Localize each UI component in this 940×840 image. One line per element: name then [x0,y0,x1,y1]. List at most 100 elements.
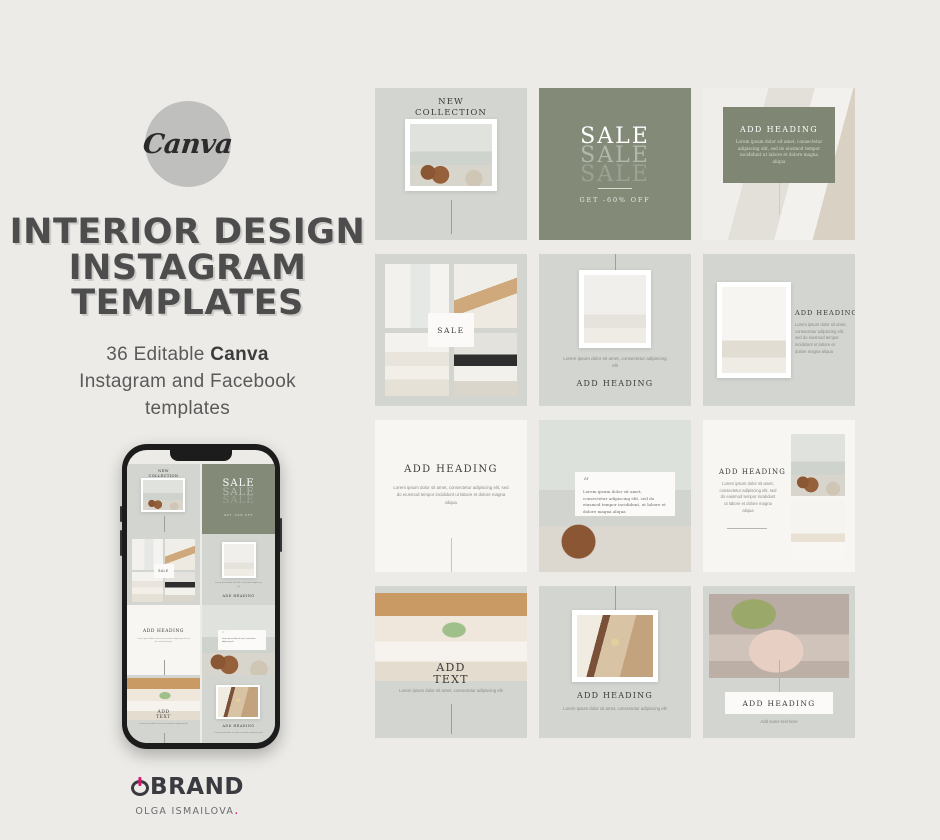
canva-emphasis: Canva [210,344,269,366]
card-body: Lorem ipsum dolor sit amet, consectetur … [399,688,503,693]
card-photo [579,270,651,348]
title-collection: COLLECTION [415,108,487,119]
template-card-collage-sale[interactable]: SALE [375,254,527,406]
title-line-1: INTERIOR DESIGN [9,212,366,252]
sale-text-3: SALE [580,161,650,187]
quote-box: “ Lorem ipsum dolor sit amet, consectetu… [575,472,675,516]
card-heading: ADD HEADING [719,468,786,476]
subtitle-line-2: Instagram and Facebook [79,371,296,393]
card-divider [727,528,767,529]
overlay-heading: ADD HEADING [739,125,819,134]
card-body: Lorem ipsum dolor sit amet, consectetur … [393,485,509,505]
author-name: OLGA ISMAILOVA [135,806,235,817]
quote-mark-icon: “ [583,475,590,489]
tile-photo [141,478,185,512]
obrand-wordmark: BRAND [131,774,244,800]
card-photo [791,434,845,496]
feed-tile-text-only[interactable]: ADD HEADING Lorem ipsum dolor sit amet, … [127,604,200,678]
page-title: INTERIOR DESIGN INSTAGRAM TEMPLATES [0,212,375,324]
card-body: Lorem ipsum dolor sit amet, consectetur … [719,481,777,513]
quote-mark-icon: “ [222,630,225,637]
tile-heading: ADD HEADING [222,594,255,599]
sale-offer-text: GET -60% OFF [579,196,651,204]
card-divider-line [779,183,780,215]
tile-photo [216,684,260,719]
template-card-text-only[interactable]: ADD HEADING Lorem ipsum dolor sit amet, … [375,420,527,572]
subtitle: 36 Editable Canva Instagram and Facebook… [79,342,296,423]
title-line-2: INSTAGRAM [68,247,307,288]
card-photo [405,119,497,191]
feed-tile-portrait[interactable]: Lorem ipsum dolor sit amet, consectetur … [202,534,275,608]
card-body: Add some text here [760,719,798,724]
tile-sale-badge: SALE [153,563,174,578]
tile-photo [222,542,256,579]
card-heading: ADD HEADING [576,379,654,388]
power-icon [131,777,150,796]
sale-stack: SALE SALE SALE [539,126,691,187]
template-card-new-collection[interactable]: NEW COLLECTION [375,88,527,240]
template-card-dining-heading[interactable]: ADD HEADING Lorem ipsum dolor sit amet, … [539,586,691,738]
phone-body: NEW COLLECTION SALE SALE SALE GET -60% O… [120,444,282,749]
template-card-kitchen-overlay[interactable]: ADD HEADING Lorem ipsum dolor sit amet, … [703,88,855,240]
card-divider-line [779,660,780,692]
subtitle-line-1: 36 Editable Canva [79,342,296,369]
card-body: Lorem ipsum dolor sit amet, consectetur … [795,322,847,354]
brand-author: OLGA ISMAILOVA. [0,803,375,818]
template-card-photo-left-text-right[interactable]: ADD HEADING Lorem ipsum dolor sit amet, … [703,254,855,406]
feed-tile-collage[interactable]: SALE [127,534,200,608]
card-photo [572,610,658,682]
feed-tile-quote[interactable]: “ Lorem ipsum dolor sit amet, consectetu… [202,604,275,678]
left-info-panel: Canva INTERIOR DESIGN INSTAGRAM TEMPLATE… [0,0,375,840]
phone-notch [170,450,232,461]
feed-tile-new-collection[interactable]: NEW COLLECTION [127,464,200,537]
overlay-body: Lorem ipsum dolor sit amet, consectetur … [735,139,823,164]
title-line-3: TEMPLATES [71,283,304,324]
card-heading: ADD HEADING [577,691,653,700]
tile-heading: ADD HEADING [222,723,255,728]
tile-text: TEXT [156,714,171,720]
card-divider-line [451,200,452,234]
tile-divider-line [163,516,165,532]
feed-tile-add-text[interactable]: ADD TEXT Lorem ipsum dolor sit amet, con… [127,674,200,743]
card-photo [717,282,791,378]
card-title: ADD TEXT [375,662,527,685]
template-card-text-stacked-photos[interactable]: ADD HEADING Lorem ipsum dolor sit amet, … [703,420,855,572]
title-add: ADD [436,661,466,674]
tile-divider-line [163,732,165,743]
sale-divider [598,188,632,189]
title-new: NEW [438,97,464,107]
template-card-bath-heading[interactable]: ADD HEADING Add some text here [703,586,855,738]
template-card-photo-quote[interactable]: “ Lorem ipsum dolor sit amet, consectetu… [539,420,691,572]
phone-power-button [280,518,282,552]
subtitle-line-3: templates [144,398,231,419]
tile-sale-3: SALE [222,495,255,507]
card-body: Lorem ipsum dolor sit amet, consectetur … [563,706,667,711]
card-divider-line [451,704,452,734]
heading-box: ADD HEADING [725,692,833,714]
brand-text: BRAND [150,774,244,800]
sale-badge: SALE [428,313,474,347]
template-card-portrait-heading[interactable]: Lorem ipsum dolor sit amet, consectetur … [539,254,691,406]
title-text: TEXT [433,672,469,686]
card-title: NEW COLLECTION [375,97,527,119]
phone-mockup: NEW COLLECTION SALE SALE SALE GET -60% O… [120,444,282,749]
card-heading: ADD HEADING [404,464,498,475]
template-card-kitchen-add-text[interactable]: ADD TEXT Lorem ipsum dolor sit amet, con… [375,586,527,738]
footer-brand-logo: BRAND OLGA ISMAILOVA. [0,774,375,818]
phone-screen: NEW COLLECTION SALE SALE SALE GET -60% O… [127,450,275,743]
card-photo [791,500,845,558]
feed-tile-dining[interactable]: ADD HEADING Lorem ipsum dolor sit amet, … [202,674,275,743]
tile-heading: ADD HEADING [142,628,184,634]
poster-canvas: Canva INTERIOR DESIGN INSTAGRAM TEMPLATE… [0,0,940,840]
editable-count: 36 Editable [106,344,211,366]
card-body: Lorem ipsum dolor sit amet, consectetur … [563,356,667,369]
brand-dot: . [234,803,240,818]
template-grid: NEW COLLECTION SALE SALE SALE GET -60% O… [375,88,863,738]
quote-body: Lorem ipsum dolor sit amet, consectetur … [583,489,666,515]
feed-tile-sale[interactable]: SALE SALE SALE GET -60% OFF [202,464,275,537]
overlay-box: ADD HEADING Lorem ipsum dolor sit amet, … [723,107,835,183]
canva-wordmark: Canva [141,128,234,160]
card-top-line [615,586,616,610]
template-card-sale[interactable]: SALE SALE SALE GET -60% OFF [539,88,691,240]
card-top-line [615,254,616,270]
